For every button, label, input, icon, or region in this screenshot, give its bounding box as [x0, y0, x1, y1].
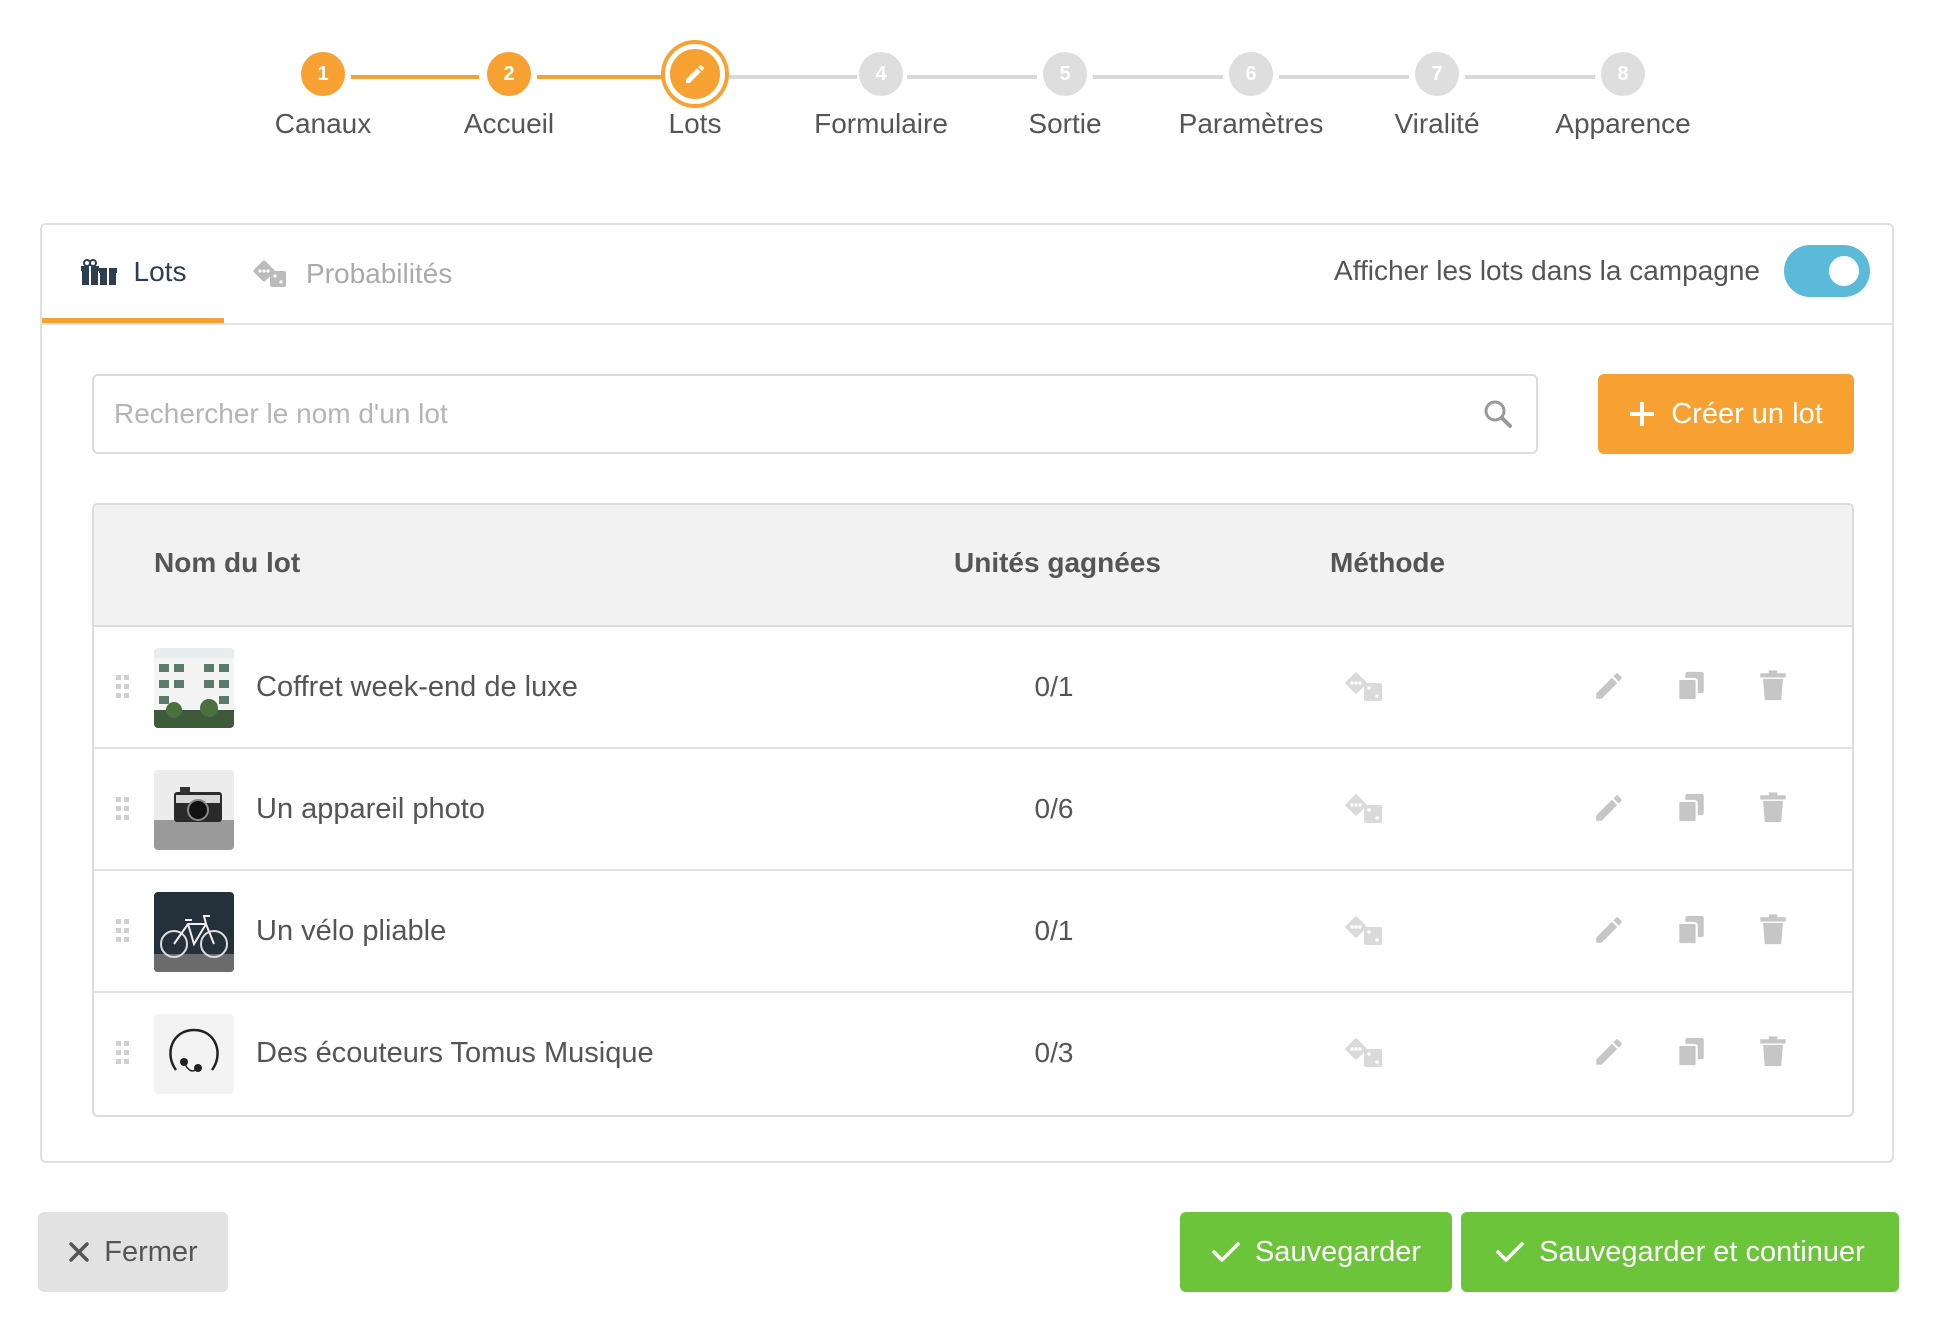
lot-name: Coffret week-end de luxe: [256, 671, 578, 703]
drag-handle-icon[interactable]: [116, 919, 130, 943]
copy-icon[interactable]: [1674, 669, 1708, 703]
step-current-badge: [665, 44, 725, 104]
show-lots-toggle[interactable]: [1784, 245, 1870, 297]
step-accueil[interactable]: 2 Accueil: [409, 52, 609, 140]
step-parametres[interactable]: 6 Paramètres: [1151, 52, 1351, 140]
step-label: Viralité: [1394, 108, 1480, 139]
check-icon: [1496, 1242, 1524, 1262]
step-number-badge: 7: [1415, 52, 1459, 96]
close-label: Fermer: [104, 1235, 198, 1268]
tab-label: Probabilités: [306, 258, 453, 289]
tab-bar: Lots Probabilités Afficher les lots dans…: [42, 225, 1892, 325]
dice-icon: [1345, 794, 1382, 823]
table-header: Nom du lot Unités gagnées Méthode: [94, 505, 1852, 627]
trash-icon[interactable]: [1756, 669, 1790, 703]
pencil-icon[interactable]: [1592, 913, 1626, 947]
tab-lots[interactable]: Lots: [42, 225, 224, 323]
lot-units: 0/1: [1034, 915, 1074, 946]
create-lot-label: Créer un lot: [1671, 397, 1823, 430]
search-input[interactable]: [94, 376, 1454, 452]
create-lot-button[interactable]: Créer un lot: [1598, 374, 1854, 454]
column-header-name: Nom du lot: [154, 547, 301, 578]
table-row[interactable]: Coffret week-end de luxe 0/1: [94, 627, 1852, 749]
step-sortie[interactable]: 5 Sortie: [965, 52, 1165, 140]
lot-name: Un vélo pliable: [256, 915, 447, 947]
table-row[interactable]: Un appareil photo 0/6: [94, 749, 1852, 871]
trash-icon[interactable]: [1756, 1035, 1790, 1069]
lot-units: 0/6: [1034, 793, 1074, 824]
lot-name: Un appareil photo: [256, 793, 485, 825]
step-number-badge: 2: [487, 52, 531, 96]
dice-icon: [1345, 672, 1382, 701]
toggle-knob: [1829, 256, 1859, 286]
step-formulaire[interactable]: 4 Formulaire: [781, 52, 981, 140]
search-box: [92, 374, 1538, 454]
copy-icon[interactable]: [1674, 1035, 1708, 1069]
column-header-units: Unités gagnées: [954, 547, 1161, 578]
dice-icon: [253, 260, 286, 287]
drag-handle-icon[interactable]: [116, 797, 130, 821]
table-row[interactable]: Des écouteurs Tomus Musique 0/3: [94, 993, 1852, 1115]
copy-icon[interactable]: [1674, 913, 1708, 947]
check-icon: [1212, 1242, 1240, 1262]
trash-icon[interactable]: [1756, 913, 1790, 947]
camera-photo: [154, 770, 234, 850]
save-continue-label: Sauvegarder et continuer: [1539, 1235, 1865, 1268]
tab-label: Lots: [133, 255, 187, 287]
step-label: Formulaire: [814, 108, 948, 139]
step-number-badge: 5: [1043, 52, 1087, 96]
show-lots-setting: Afficher les lots dans la campagne: [1334, 245, 1870, 297]
gifts-icon: [80, 258, 117, 285]
lot-units: 0/1: [1034, 671, 1074, 702]
lots-table: Nom du lot Unités gagnées Méthode Coffre…: [92, 503, 1854, 1117]
save-label: Sauvegarder: [1254, 1235, 1422, 1268]
lots-panel: Lots Probabilités Afficher les lots dans…: [40, 223, 1894, 1163]
drag-handle-icon[interactable]: [116, 1041, 130, 1065]
lot-name: Des écouteurs Tomus Musique: [256, 1037, 654, 1069]
step-viralite[interactable]: 7 Viralité: [1337, 52, 1537, 140]
save-button[interactable]: Sauvegarder: [1180, 1212, 1452, 1292]
pencil-icon[interactable]: [1592, 1035, 1626, 1069]
headphones-photo: [154, 1014, 234, 1094]
building-photo: [154, 648, 234, 728]
step-number-badge: 1: [301, 52, 345, 96]
step-label: Canaux: [274, 108, 372, 139]
step-number-badge: 4: [859, 52, 903, 96]
dice-icon: [1345, 916, 1382, 945]
search-icon[interactable]: [1482, 398, 1514, 430]
pencil-icon: [686, 64, 705, 83]
save-and-continue-button[interactable]: Sauvegarder et continuer: [1461, 1212, 1899, 1292]
step-number-badge: 6: [1229, 52, 1273, 96]
lot-units: 0/3: [1034, 1037, 1074, 1068]
column-header-method: Méthode: [1330, 547, 1446, 578]
toggle-label: Afficher les lots dans la campagne: [1334, 255, 1760, 286]
pencil-icon[interactable]: [1592, 791, 1626, 825]
step-number-badge: 8: [1601, 52, 1645, 96]
tab-probabilites[interactable]: Probabilités: [252, 225, 452, 323]
dice-icon: [1345, 1038, 1382, 1067]
pencil-icon[interactable]: [1592, 669, 1626, 703]
drag-handle-icon[interactable]: [116, 675, 130, 699]
step-canaux[interactable]: 1 Canaux: [223, 52, 423, 140]
step-label: Sortie: [1028, 108, 1102, 139]
trash-icon[interactable]: [1756, 791, 1790, 825]
progress-stepper: 1 Canaux 2 Accueil Lots 4 Formulaire 5 S…: [0, 0, 1936, 180]
copy-icon[interactable]: [1674, 791, 1708, 825]
step-label: Lots: [668, 108, 722, 139]
step-label: Apparence: [1555, 108, 1691, 139]
step-label: Paramètres: [1178, 108, 1324, 139]
plus-icon: [1630, 402, 1655, 426]
step-apparence[interactable]: 8 Apparence: [1523, 52, 1723, 140]
close-button[interactable]: Fermer: [38, 1212, 228, 1292]
close-icon: [69, 1242, 90, 1262]
step-label: Accueil: [463, 108, 555, 139]
step-lots[interactable]: Lots: [595, 44, 795, 140]
table-row[interactable]: Un vélo pliable 0/1: [94, 871, 1852, 993]
bicycle-photo: [154, 892, 234, 972]
